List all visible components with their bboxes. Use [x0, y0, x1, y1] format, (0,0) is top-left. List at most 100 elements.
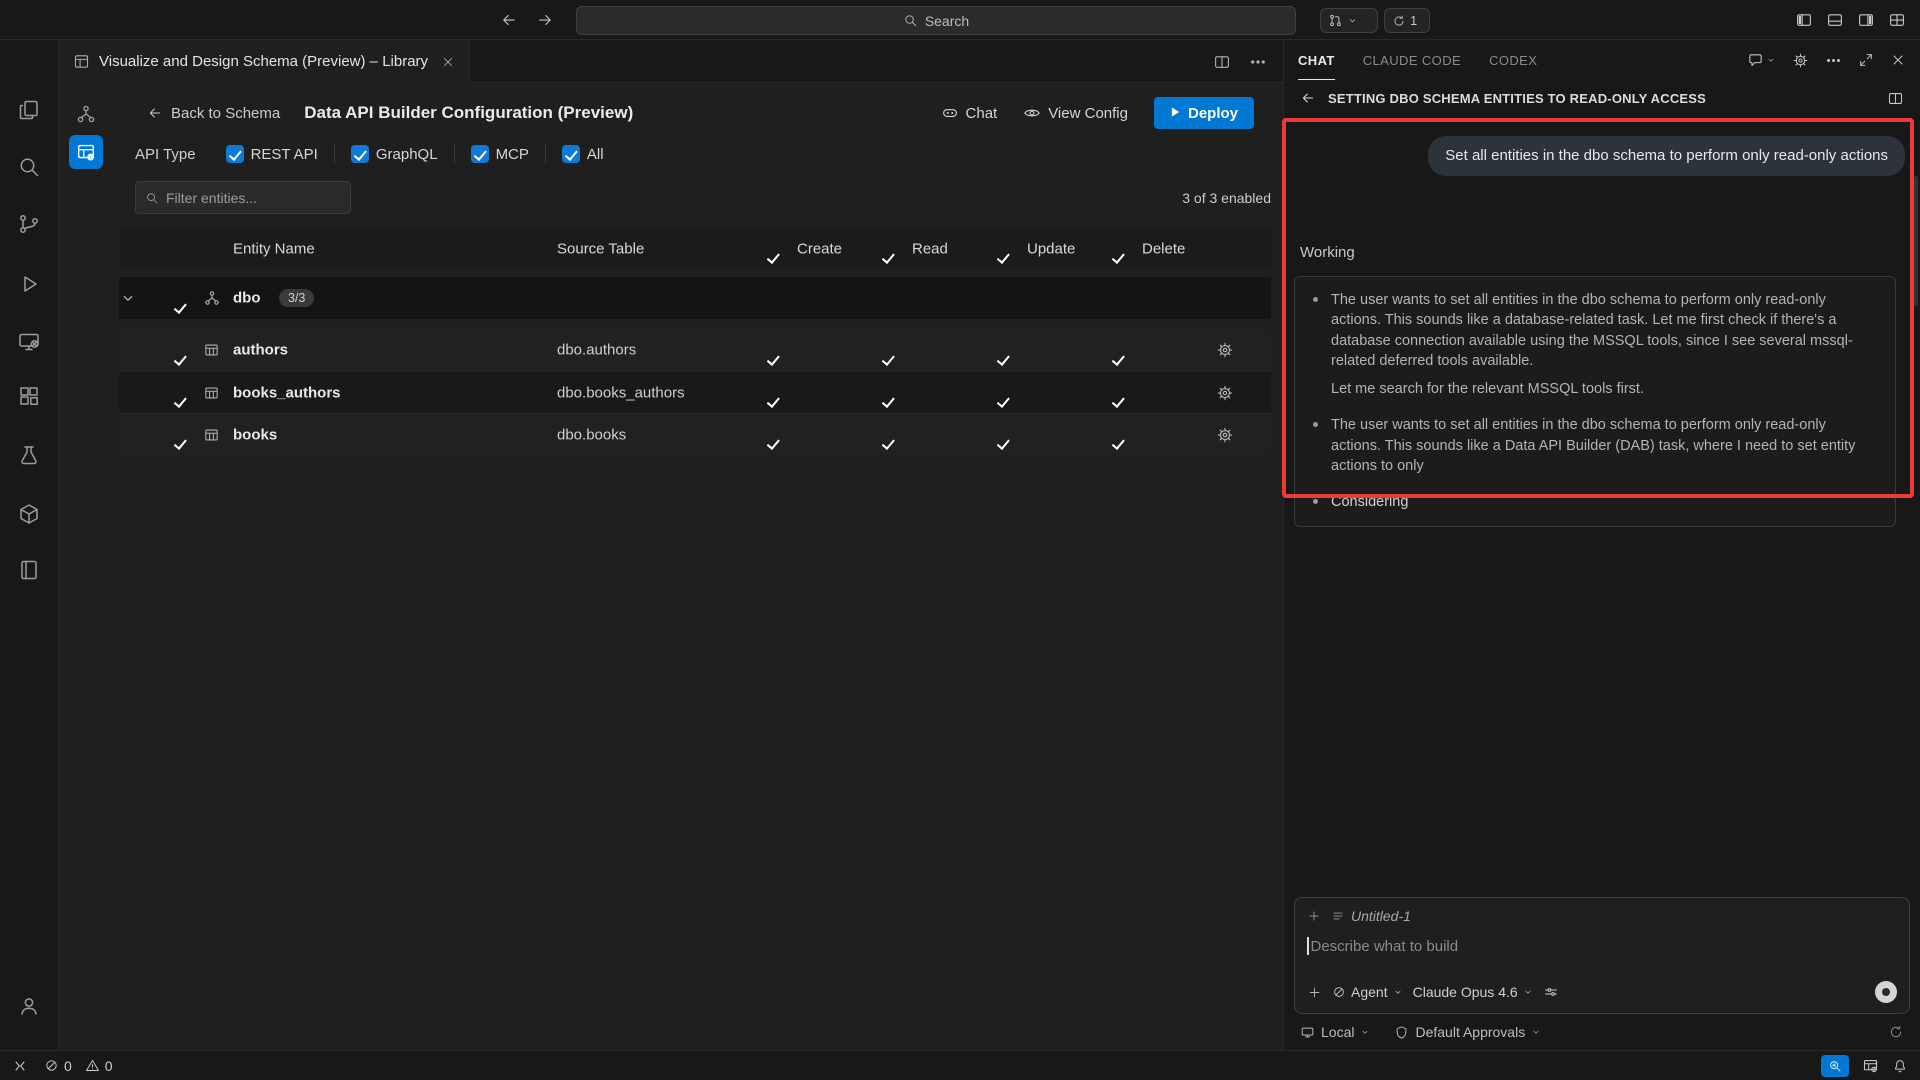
- chat-input-box[interactable]: Untitled-1 Describe what to build Agent …: [1294, 897, 1910, 1014]
- nav-forward-icon[interactable]: [536, 11, 554, 29]
- search-icon: [145, 191, 159, 205]
- checkbox-all[interactable]: [562, 145, 580, 163]
- thinking-text: The user wants to set all entities in th…: [1331, 290, 1879, 371]
- design-schema-icon: [73, 53, 90, 70]
- schema-count-badge: 3/3: [279, 289, 314, 307]
- mode-label: Agent: [1351, 984, 1388, 1000]
- nav-back-icon[interactable]: [500, 11, 518, 29]
- checkbox-graphql[interactable]: [351, 145, 369, 163]
- session-refresh-icon[interactable]: [1888, 1024, 1904, 1040]
- source-control-icon[interactable]: [17, 212, 41, 236]
- remote-indicator-icon[interactable]: [12, 1058, 28, 1074]
- model-picker[interactable]: Claude Opus 4.6: [1413, 984, 1533, 1000]
- chat-button[interactable]: Chat: [941, 104, 998, 122]
- target-picker[interactable]: Local: [1300, 1024, 1370, 1040]
- split-editor-icon[interactable]: [1213, 53, 1231, 71]
- schema-designer-icon[interactable]: [69, 97, 103, 131]
- testing-icon[interactable]: [17, 443, 41, 467]
- close-icon[interactable]: [441, 55, 455, 69]
- filter-entities-input[interactable]: [166, 190, 326, 206]
- thinking-box: The user wants to set all entities in th…: [1294, 276, 1896, 527]
- toggle-sidebar-left-icon[interactable]: [1795, 11, 1813, 29]
- attach-icon[interactable]: [1307, 985, 1322, 1000]
- sync-count: 1: [1410, 13, 1417, 28]
- back-label: Back to Schema: [171, 105, 280, 122]
- dab-config-view: Back to Schema Data API Builder Configur…: [113, 83, 1283, 1050]
- notifications-bell-icon[interactable]: [1892, 1058, 1908, 1074]
- view-config-button[interactable]: View Config: [1023, 104, 1128, 122]
- problems-indicator[interactable]: 0 0: [44, 1058, 113, 1074]
- graphql-label: GraphQL: [376, 146, 438, 163]
- chat-session-header: SETTING DBO SCHEMA ENTITIES TO READ-ONLY…: [1284, 80, 1920, 116]
- chat-settings-gear-icon[interactable]: [1792, 52, 1809, 69]
- mode-picker[interactable]: Agent: [1332, 984, 1403, 1000]
- api-type-rest[interactable]: REST API: [226, 145, 318, 163]
- designer-mini-sidebar: [59, 83, 113, 1050]
- tab-claude-code[interactable]: CLAUDE CODE: [1363, 40, 1461, 80]
- entity-name: books_authors: [233, 384, 341, 401]
- row-settings-gear-icon[interactable]: [1216, 384, 1234, 402]
- add-context-icon[interactable]: [1307, 909, 1321, 923]
- explorer-icon[interactable]: [17, 98, 41, 122]
- search-view-icon[interactable]: [17, 155, 41, 179]
- status-bar: 0 0: [0, 1050, 1920, 1080]
- editor-tab[interactable]: Visualize and Design Schema (Preview) – …: [59, 40, 470, 83]
- tools-sliders-icon[interactable]: [1543, 984, 1559, 1000]
- layout-status-icon[interactable]: [1862, 1057, 1879, 1074]
- session-title: SETTING DBO SCHEMA ENTITIES TO READ-ONLY…: [1328, 91, 1875, 106]
- back-to-schema-link[interactable]: Back to Schema: [147, 105, 280, 122]
- run-debug-icon[interactable]: [17, 272, 41, 296]
- chevron-down-icon[interactable]: [119, 289, 137, 307]
- context-file-chip[interactable]: Untitled-1: [1331, 908, 1411, 924]
- chat-mode-icon[interactable]: [1747, 52, 1776, 69]
- chat-expand-icon[interactable]: [1858, 52, 1874, 68]
- divider: [545, 145, 546, 163]
- file-lines-icon: [1331, 909, 1345, 923]
- refresh-icon: [1392, 14, 1406, 28]
- entity-source: dbo.books_authors: [557, 384, 685, 401]
- more-actions-icon[interactable]: [1249, 53, 1267, 71]
- thinking-text: Let me search for the relevant MSSQL too…: [1331, 379, 1879, 399]
- remote-explorer-icon[interactable]: [17, 330, 41, 354]
- deploy-label: Deploy: [1188, 105, 1238, 122]
- zoom-indicator[interactable]: [1821, 1055, 1849, 1077]
- chat-close-icon[interactable]: [1890, 52, 1906, 68]
- extensions-icon[interactable]: [17, 384, 41, 408]
- schema-group-row[interactable]: dbo 3/3: [119, 277, 1271, 319]
- api-type-graphql[interactable]: GraphQL: [351, 145, 438, 163]
- sync-control[interactable]: 1: [1384, 8, 1430, 33]
- scrollbar-thumb[interactable]: [1913, 176, 1918, 306]
- table-icon: [203, 384, 220, 401]
- chevron-down-icon: [1531, 1027, 1541, 1037]
- account-icon[interactable]: [17, 994, 41, 1018]
- row-settings-gear-icon[interactable]: [1216, 426, 1234, 444]
- command-center-search[interactable]: Search: [576, 6, 1296, 35]
- toggle-sidebar-right-icon[interactable]: [1857, 11, 1875, 29]
- chat-more-icon[interactable]: [1825, 52, 1842, 69]
- table-row[interactable]: books dbo.books: [119, 413, 1271, 455]
- toggle-panel-icon[interactable]: [1826, 11, 1844, 29]
- arrow-left-icon[interactable]: [1300, 90, 1316, 106]
- api-type-all[interactable]: All: [562, 145, 604, 163]
- open-session-split-icon[interactable]: [1887, 90, 1904, 107]
- checkbox-mcp[interactable]: [471, 145, 489, 163]
- notebook-icon[interactable]: [17, 558, 41, 582]
- approvals-picker[interactable]: Default Approvals: [1394, 1024, 1541, 1040]
- divider: [454, 145, 455, 163]
- customize-layout-icon[interactable]: [1888, 11, 1906, 29]
- checkbox-rest-api[interactable]: [226, 145, 244, 163]
- tab-codex[interactable]: CODEX: [1489, 40, 1537, 80]
- chat-input-placeholder[interactable]: Describe what to build: [1311, 938, 1459, 955]
- api-config-icon[interactable]: [69, 135, 103, 169]
- deploy-button[interactable]: Deploy: [1154, 97, 1254, 129]
- row-settings-gear-icon[interactable]: [1216, 341, 1234, 359]
- tab-chat[interactable]: CHAT: [1298, 40, 1335, 80]
- table-row[interactable]: books_authors dbo.books_authors: [119, 371, 1271, 413]
- update-header: Update: [1027, 240, 1075, 257]
- package-icon[interactable]: [17, 502, 41, 526]
- api-type-mcp[interactable]: MCP: [471, 145, 529, 163]
- send-button[interactable]: [1875, 981, 1897, 1003]
- table-row[interactable]: authors dbo.authors: [119, 329, 1271, 371]
- pull-request-control[interactable]: [1320, 8, 1378, 33]
- delete-header: Delete: [1142, 240, 1185, 257]
